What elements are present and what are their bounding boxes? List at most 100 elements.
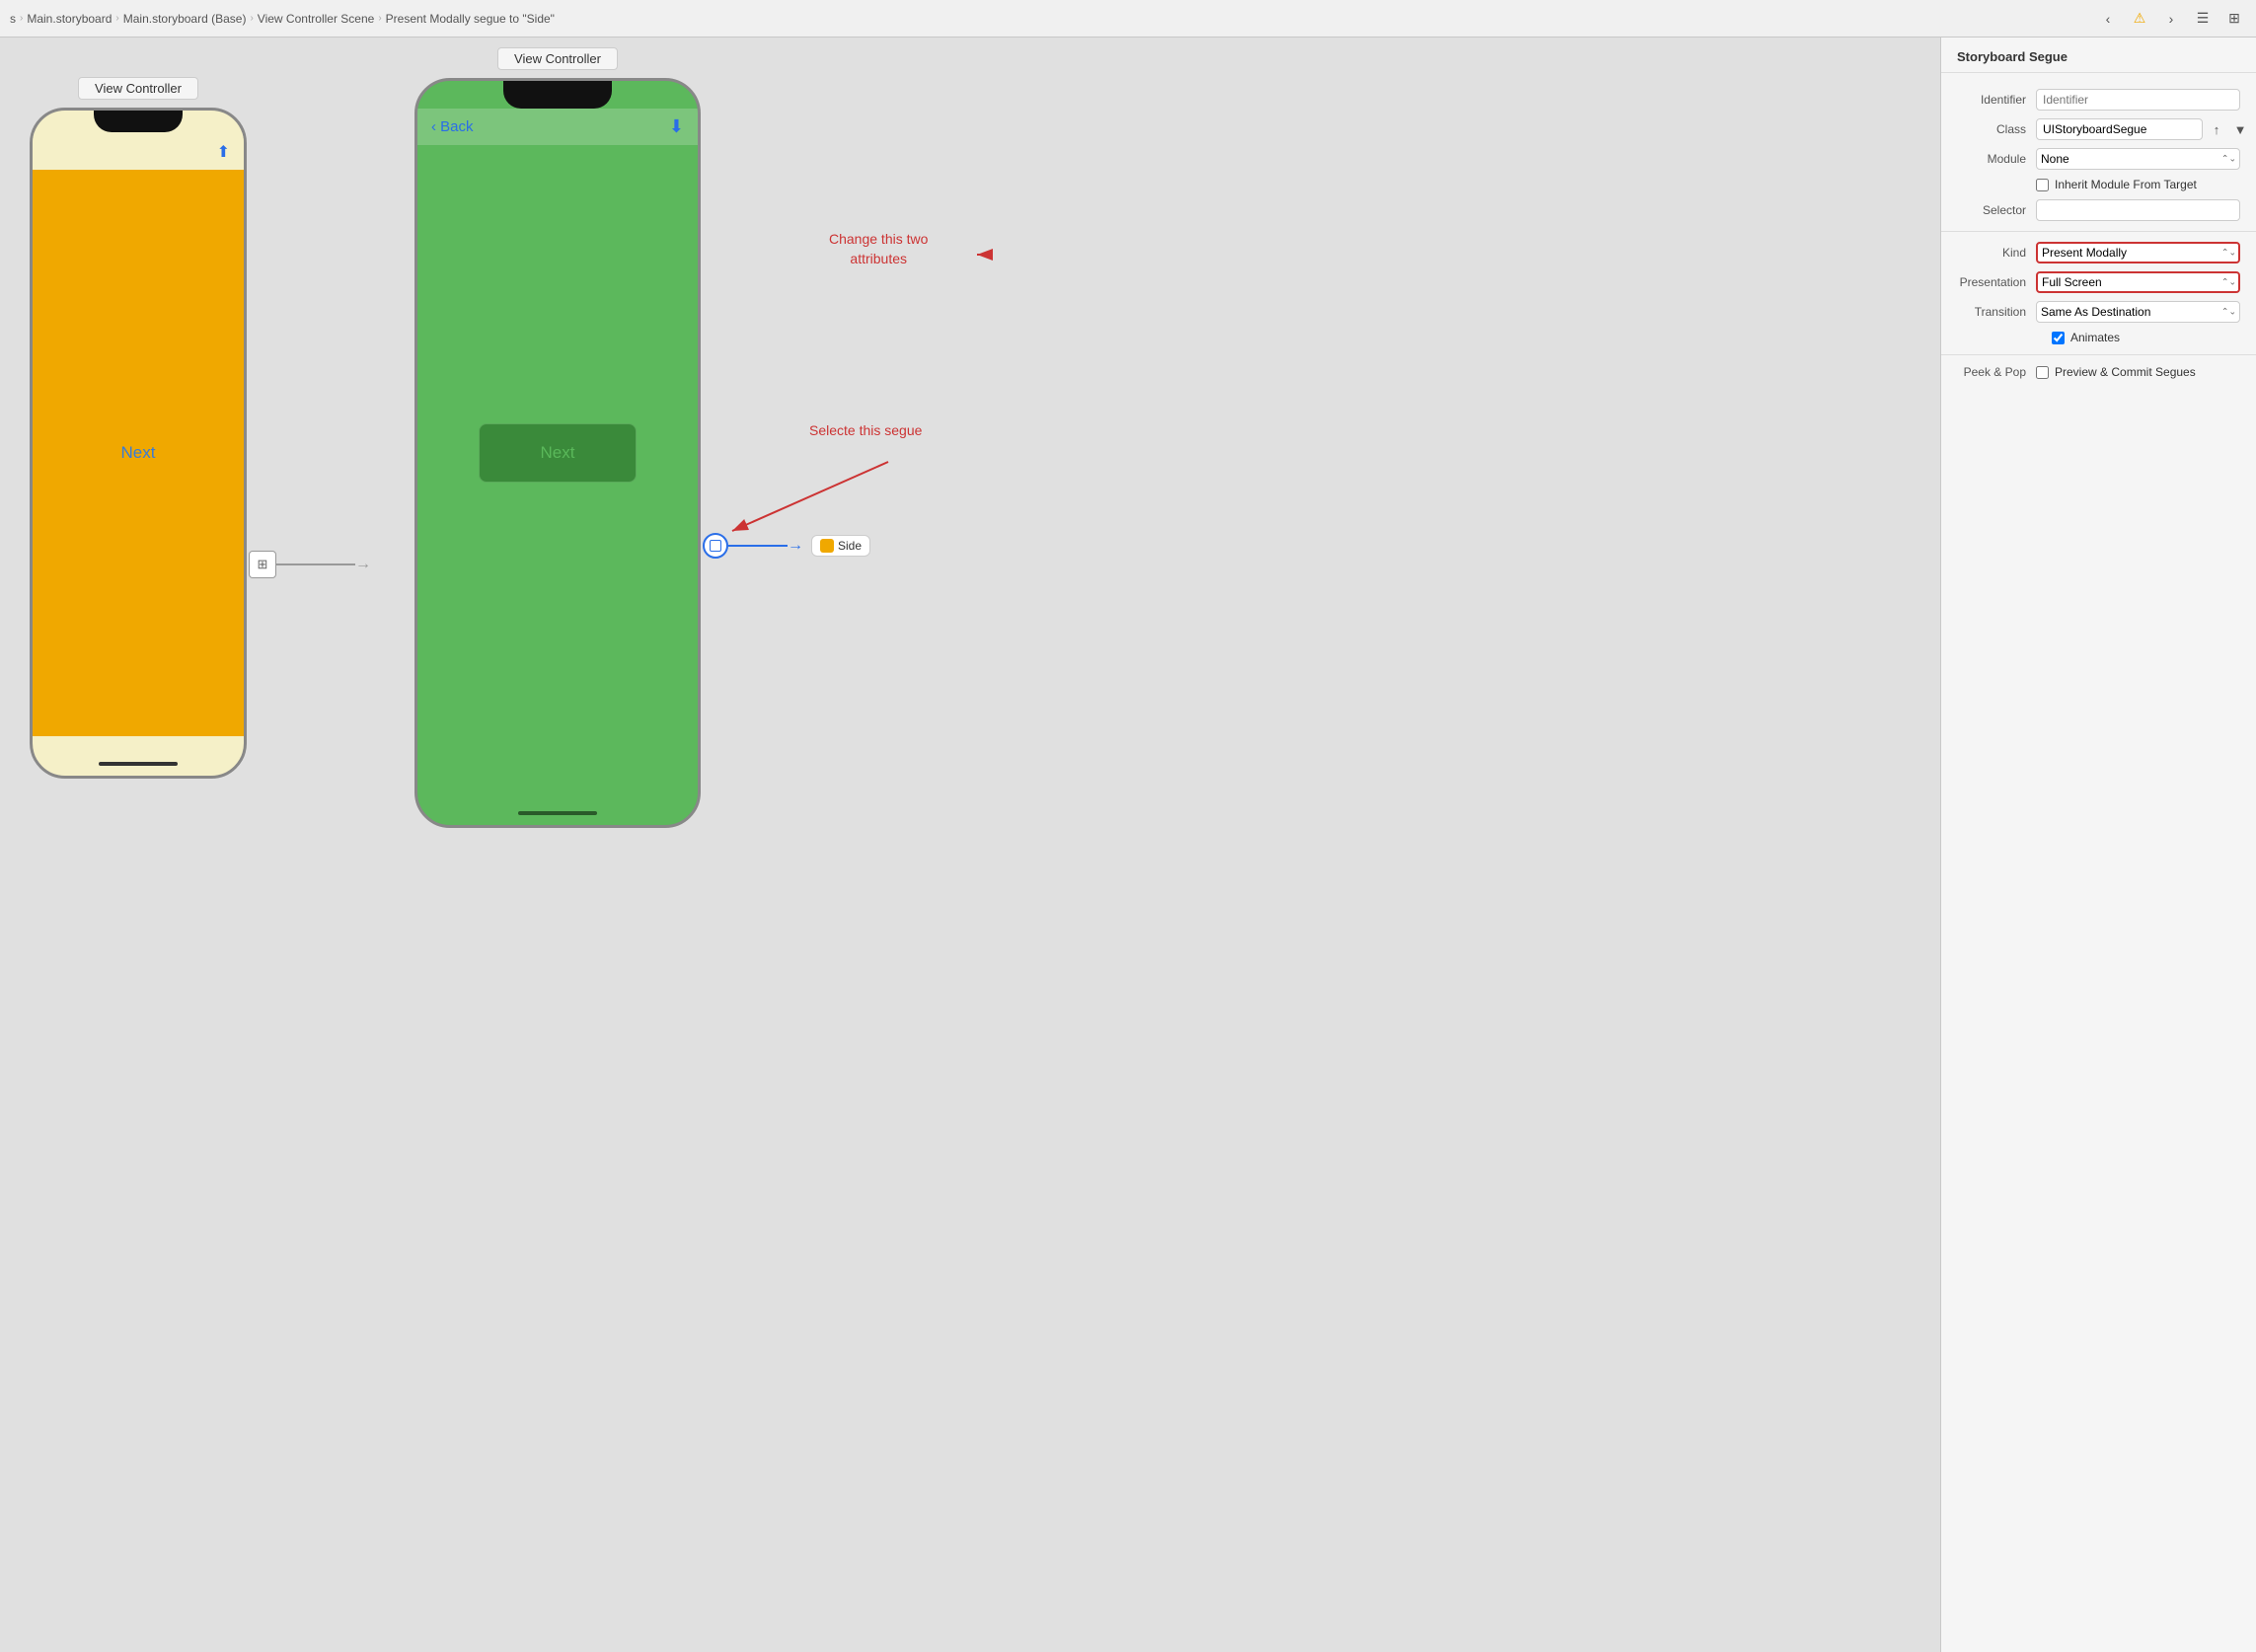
- canvas-area: View Controller ⬆ Next ⊞ →: [0, 38, 1940, 1652]
- kind-label: Kind: [1957, 246, 2036, 260]
- back-button[interactable]: ‹: [2096, 7, 2120, 31]
- presentation-value: Full Screen Automatic Page Sheet Form Sh…: [2036, 271, 2240, 293]
- class-row: Class ↑ ▼: [1941, 114, 2256, 144]
- divider-2: [1941, 354, 2256, 355]
- transition-row: Transition Same As Destination Default F…: [1941, 297, 2256, 327]
- warning-icon[interactable]: ⚠: [2128, 7, 2151, 31]
- transition-label: Transition: [1957, 305, 2036, 319]
- class-arrow-icon[interactable]: ↑: [2207, 119, 2226, 139]
- class-value: ↑ ▼: [2036, 118, 2250, 140]
- inherit-module-label: Inherit Module From Target: [2055, 178, 2197, 191]
- segue-circle[interactable]: [703, 533, 728, 559]
- divider-1: [1941, 231, 2256, 232]
- panel-title: Storyboard Segue: [1941, 38, 2256, 73]
- vc1-home-bar: [99, 762, 178, 766]
- side-label: Side: [838, 539, 862, 553]
- breadcrumb-item-2[interactable]: Main.storyboard: [27, 12, 112, 26]
- breadcrumb-item-5[interactable]: Present Modally segue to "Side": [386, 12, 555, 26]
- peek-pop-row: Peek & Pop Preview & Commit Segues: [1941, 361, 2256, 383]
- class-dropdown-icon[interactable]: ▼: [2230, 119, 2250, 139]
- vc1-share-icon[interactable]: ⬆: [217, 142, 230, 162]
- forward-button[interactable]: ›: [2159, 7, 2183, 31]
- class-label: Class: [1957, 122, 2036, 136]
- vc2-label: View Controller: [497, 47, 618, 70]
- segue-box-1[interactable]: ⊞: [249, 551, 276, 578]
- breadcrumb-sep-4: ›: [378, 13, 381, 24]
- arrow-connector-1: ⊞ →: [249, 551, 371, 578]
- segue-connector-2: → Side: [703, 533, 979, 559]
- inherit-module-row: Inherit Module From Target: [1941, 174, 2256, 195]
- main-layout: View Controller ⬆ Next ⊞ →: [0, 38, 2256, 1652]
- panel-body: Identifier Class ↑ ▼ Module: [1941, 73, 2256, 1652]
- breadcrumb-sep-3: ›: [250, 13, 253, 24]
- vc2-card: View Controller ‹ Back ⬇ Next: [414, 47, 701, 828]
- module-select-wrapper: None: [2036, 148, 2240, 170]
- toolbar: s › Main.storyboard › Main.storyboard (B…: [0, 0, 2256, 38]
- presentation-label: Presentation: [1957, 275, 2036, 289]
- side-badge: Side: [811, 535, 870, 557]
- side-icon: [820, 539, 834, 553]
- selector-label: Selector: [1957, 203, 2036, 217]
- breadcrumb-sep-2: ›: [115, 13, 118, 24]
- transition-value: Same As Destination Default Flip Horizon…: [2036, 301, 2240, 323]
- kind-row: Kind Show Show Detail Present Modally Pr…: [1941, 238, 2256, 267]
- animates-row: Animates: [1957, 327, 2256, 348]
- class-input-row: ↑ ▼: [2036, 118, 2250, 140]
- annotation-arrows: [0, 38, 1940, 1652]
- segue-box-icon: ⊞: [258, 557, 268, 572]
- segue-circle-inner: [710, 540, 721, 552]
- vc2-back-btn[interactable]: ‹ Back: [431, 118, 474, 135]
- presentation-row: Presentation Full Screen Automatic Page …: [1941, 267, 2256, 297]
- right-panel: Storyboard Segue Identifier Class ↑ ▼: [1940, 38, 2256, 1652]
- module-select[interactable]: None: [2036, 148, 2240, 170]
- vc2-next-btn[interactable]: Next: [479, 423, 637, 483]
- inherit-module-checkbox[interactable]: [2036, 179, 2049, 191]
- presentation-select[interactable]: Full Screen Automatic Page Sheet Form Sh…: [2036, 271, 2240, 293]
- transition-select-wrapper: Same As Destination Default Flip Horizon…: [2036, 301, 2240, 323]
- vc1-next-text: Next: [121, 443, 156, 463]
- identifier-input[interactable]: [2036, 89, 2240, 111]
- module-value: None: [2036, 148, 2240, 170]
- breadcrumb-sep-1: ›: [20, 13, 23, 24]
- animates-label: Animates: [2070, 331, 2120, 344]
- presentation-select-wrapper: Full Screen Automatic Page Sheet Form Sh…: [2036, 271, 2240, 293]
- peek-pop-label: Peek & Pop: [1957, 365, 2036, 379]
- identifier-value: [2036, 89, 2240, 111]
- vc1-card: View Controller ⬆ Next: [30, 77, 247, 779]
- module-row: Module None: [1941, 144, 2256, 174]
- vc1-notch: [94, 111, 183, 132]
- peek-pop-checkbox[interactable]: [2036, 366, 2049, 379]
- class-input[interactable]: [2036, 118, 2203, 140]
- vc2-home-bar: [518, 811, 597, 815]
- vc1-phone: ⬆ Next: [30, 108, 247, 779]
- selector-row: Selector: [1941, 195, 2256, 225]
- kind-select-wrapper: Show Show Detail Present Modally Present…: [2036, 242, 2240, 263]
- blue-arrow-head: →: [788, 537, 803, 555]
- selector-value: [2036, 199, 2240, 221]
- breadcrumb-item-4[interactable]: View Controller Scene: [258, 12, 375, 26]
- identifier-label: Identifier: [1957, 93, 2036, 107]
- vc2-notch: [503, 81, 612, 109]
- transition-select[interactable]: Same As Destination Default Flip Horizon…: [2036, 301, 2240, 323]
- animates-checkbox[interactable]: [2052, 332, 2065, 344]
- split-view-button[interactable]: ⊞: [2222, 7, 2246, 31]
- module-label: Module: [1957, 152, 2036, 166]
- breadcrumb-item-3[interactable]: Main.storyboard (Base): [123, 12, 247, 26]
- breadcrumb-item-1[interactable]: s: [10, 12, 16, 26]
- vc1-label: View Controller: [78, 77, 198, 100]
- breadcrumb: s › Main.storyboard › Main.storyboard (B…: [10, 12, 555, 26]
- toolbar-right: ‹ ⚠ › ☰ ⊞: [2096, 7, 2246, 31]
- annotation-1: Change this twoattributes: [829, 230, 928, 268]
- vc2-nav-icon[interactable]: ⬇: [669, 116, 684, 137]
- kind-select[interactable]: Show Show Detail Present Modally Present…: [2036, 242, 2240, 263]
- identifier-row: Identifier: [1941, 85, 2256, 114]
- vc2-phone: ‹ Back ⬇ Next: [414, 78, 701, 828]
- selector-input[interactable]: [2036, 199, 2240, 221]
- peek-pop-value: Preview & Commit Segues: [2036, 365, 2196, 379]
- vc1-body: Next: [33, 170, 244, 736]
- kind-value: Show Show Detail Present Modally Present…: [2036, 242, 2240, 263]
- vc2-next-text: Next: [541, 443, 575, 463]
- list-view-button[interactable]: ☰: [2191, 7, 2215, 31]
- blue-arrow-line: [728, 545, 788, 547]
- arrow-head-1: →: [355, 556, 371, 573]
